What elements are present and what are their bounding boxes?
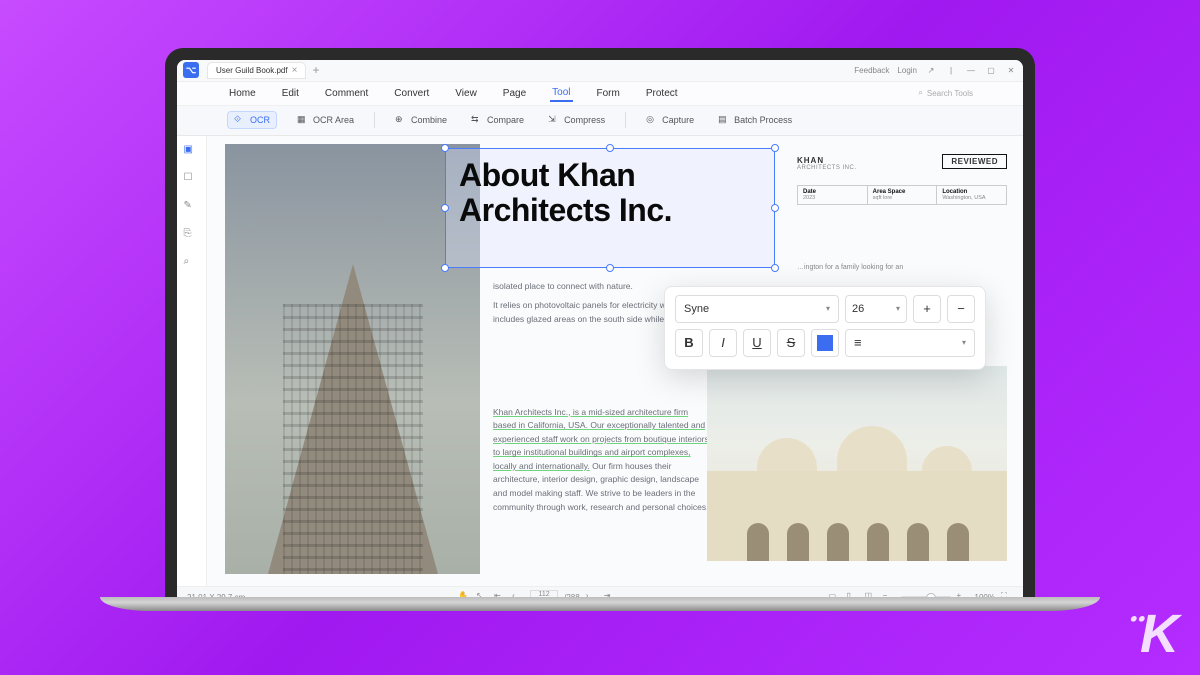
close-window-button[interactable]: ✕ xyxy=(1005,64,1017,76)
body-para2: Khan Architects Inc., is a mid-sized arc… xyxy=(493,406,713,515)
resize-handle[interactable] xyxy=(441,204,449,212)
resize-handle[interactable] xyxy=(771,144,779,152)
bookmark-icon[interactable]: ☐ xyxy=(184,172,200,188)
strikethrough-button[interactable]: S xyxy=(777,329,805,357)
menu-page[interactable]: Page xyxy=(501,86,528,101)
divider: | xyxy=(945,64,957,76)
document-tab-label: User Guild Book.pdf xyxy=(216,66,288,75)
thumbnails-icon[interactable]: ▣ xyxy=(184,144,200,160)
resize-handle[interactable] xyxy=(441,264,449,272)
menu-bar: Home Edit Comment Convert View Page Tool… xyxy=(177,82,1023,106)
resize-handle[interactable] xyxy=(771,264,779,272)
meta-table: Date 2023 Area Space sqft lore Location … xyxy=(797,185,1007,205)
document-canvas[interactable]: About Khan Architects Inc. KHAN ARCHITEC… xyxy=(207,136,1023,586)
resize-handle[interactable] xyxy=(606,264,614,272)
chevron-down-icon: ▾ xyxy=(826,304,830,313)
separator xyxy=(374,112,375,128)
tool-capture[interactable]: ◎ Capture xyxy=(642,111,698,129)
compare-icon: ⇆ xyxy=(471,114,483,126)
capture-icon: ◎ xyxy=(646,114,658,126)
underline-button[interactable]: U xyxy=(743,329,771,357)
maximize-button[interactable]: ▢ xyxy=(985,64,997,76)
menu-edit[interactable]: Edit xyxy=(280,86,301,101)
tool-compare[interactable]: ⇆ Compare xyxy=(467,111,528,129)
bold-button[interactable]: B xyxy=(675,329,703,357)
separator xyxy=(625,112,626,128)
italic-button[interactable]: I xyxy=(709,329,737,357)
left-sidebar: ▣ ☐ ✎ ⎘ ⌕ xyxy=(177,136,207,586)
align-left-icon: ≡ xyxy=(854,335,862,350)
caption-text: …ington for a family looking for an xyxy=(797,264,1007,271)
doc-header-meta: KHAN ARCHITECTS INC. REVIEWED Date 2023 … xyxy=(797,156,1007,205)
resize-handle[interactable] xyxy=(441,144,449,152)
close-tab-icon[interactable]: × xyxy=(292,65,298,76)
resize-handle[interactable] xyxy=(606,144,614,152)
menu-view[interactable]: View xyxy=(453,86,479,101)
knowtechie-logo: K xyxy=(1140,603,1176,665)
new-tab-button[interactable]: + xyxy=(312,63,319,77)
search-icon: ⌕ xyxy=(918,88,922,98)
combine-icon: ⊕ xyxy=(395,114,407,126)
tool-batch[interactable]: ▤ Batch Process xyxy=(714,111,796,129)
chevron-down-icon: ▾ xyxy=(896,304,900,313)
font-size-increase[interactable]: + xyxy=(913,295,941,323)
text-format-panel[interactable]: Syne ▾ 26 ▾ + − B I U S xyxy=(664,286,986,370)
ocr-icon: ⟐ xyxy=(234,114,246,126)
font-size-select[interactable]: 26 ▾ xyxy=(845,295,907,323)
main-area: ▣ ☐ ✎ ⎘ ⌕ xyxy=(177,136,1023,586)
menu-form[interactable]: Form xyxy=(595,86,622,101)
color-swatch xyxy=(817,335,833,351)
tool-ribbon: ⟐ OCR ▦ OCR Area ⊕ Combine ⇆ Compare ⇲ C… xyxy=(177,106,1023,136)
batch-icon: ▤ xyxy=(718,114,730,126)
resize-handle[interactable] xyxy=(771,204,779,212)
ocr-area-icon: ▦ xyxy=(297,114,309,126)
comments-icon[interactable]: ✎ xyxy=(184,200,200,216)
menu-home[interactable]: Home xyxy=(227,86,258,101)
align-button[interactable]: ≡ ▾ xyxy=(845,329,975,357)
reviewed-stamp: REVIEWED xyxy=(942,154,1007,169)
menu-convert[interactable]: Convert xyxy=(392,86,431,101)
menu-tool[interactable]: Tool xyxy=(550,85,572,102)
minimize-button[interactable]: ― xyxy=(965,64,977,76)
feedback-link[interactable]: Feedback xyxy=(854,66,889,75)
font-family-select[interactable]: Syne ▾ xyxy=(675,295,839,323)
login-link[interactable]: Login xyxy=(897,66,917,75)
secondary-image-mosque xyxy=(707,366,1007,561)
text-color-button[interactable] xyxy=(811,329,839,357)
menu-protect[interactable]: Protect xyxy=(644,86,680,101)
chevron-down-icon: ▾ xyxy=(962,338,966,347)
title-bar: ⌥ User Guild Book.pdf × + Feedback Login… xyxy=(177,60,1023,82)
document-tab[interactable]: User Guild Book.pdf × xyxy=(207,62,306,79)
tool-compress[interactable]: ⇲ Compress xyxy=(544,111,609,129)
tool-ocr[interactable]: ⟐ OCR xyxy=(227,111,277,129)
search-panel-icon[interactable]: ⌕ xyxy=(184,256,200,272)
app-icon: ⌥ xyxy=(183,62,199,78)
attachments-icon[interactable]: ⎘ xyxy=(184,228,200,244)
search-placeholder: Search Tools xyxy=(927,89,973,98)
external-link-icon[interactable]: ↗ xyxy=(925,64,937,76)
laptop-base xyxy=(100,597,1100,611)
tool-combine[interactable]: ⊕ Combine xyxy=(391,111,451,129)
tool-ocr-area[interactable]: ▦ OCR Area xyxy=(293,111,358,129)
menu-comment[interactable]: Comment xyxy=(323,86,370,101)
font-size-decrease[interactable]: − xyxy=(947,295,975,323)
selected-text-box[interactable]: About Khan Architects Inc. xyxy=(445,148,775,268)
compress-icon: ⇲ xyxy=(548,114,560,126)
headline-text[interactable]: About Khan Architects Inc. xyxy=(459,158,761,258)
search-tools[interactable]: ⌕ Search Tools xyxy=(918,88,973,98)
